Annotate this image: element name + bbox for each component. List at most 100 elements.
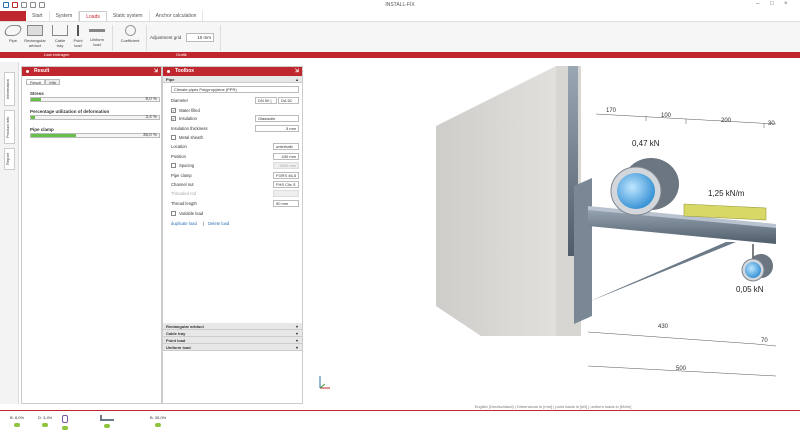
coefficient-label: Coefficient [120, 38, 140, 43]
result-panel-title: Result [34, 68, 50, 74]
tab-info[interactable]: Info [45, 79, 61, 85]
deformation-label: Percentage utilization of deformation [30, 109, 110, 114]
thread-length-label: Thread length [171, 201, 197, 206]
app-window: INSTALL-FIX – □ × Start System Loads Sta… [0, 0, 800, 435]
deformation-bar [30, 115, 160, 120]
uniform-load-button[interactable]: Uniform load [86, 25, 108, 47]
rectangular-duct-button[interactable]: Rectangular artduct [24, 25, 46, 48]
adjustment-grid-input[interactable]: 10 mm [186, 33, 214, 42]
variable-load-checkbox[interactable] [171, 211, 176, 216]
tab-report[interactable]: Report [4, 148, 15, 170]
section-uniform-load[interactable]: Uniform load ▾ [163, 344, 302, 351]
spacing-checkbox[interactable] [171, 163, 176, 168]
group-label-last: Last eintragen [44, 52, 70, 57]
thread-length-select[interactable]: 50 mm [273, 200, 299, 207]
tab-information[interactable]: Information [4, 72, 15, 106]
tab-anchor-calculation[interactable]: Anchor calculation [150, 11, 204, 21]
threaded-rod-select [273, 190, 299, 197]
tab-static-system[interactable]: Static system [107, 11, 150, 21]
pin-icon[interactable]: ⇲ [295, 67, 299, 76]
insulation-select[interactable]: Glaswolle [255, 115, 299, 122]
diameter-select-dn[interactable]: DN 50 | [255, 97, 277, 104]
chevron-down-icon: ▾ [295, 331, 298, 336]
diameter-label: Diameter [171, 98, 188, 103]
position-input[interactable]: 430 mm [273, 153, 299, 160]
ribbon-separator [112, 25, 113, 51]
tab-product-info[interactable]: Product info [4, 110, 15, 144]
panel-dot-icon [26, 70, 29, 73]
pipe-icon [2, 25, 24, 36]
point-load-icon [77, 25, 79, 36]
anchor-figure-icon [62, 415, 68, 423]
coefficient-icon [124, 25, 136, 36]
dim-170: 170 [606, 108, 617, 114]
pipe-button[interactable]: Pipe [2, 25, 24, 43]
app-title: INSTALL-FIX [385, 2, 415, 8]
dim-200: 200 [721, 118, 732, 124]
section-point-load[interactable]: Point load ▾ [163, 337, 302, 344]
dim-line-430 [587, 331, 757, 345]
cable-tray-label: Cable tray [54, 38, 66, 48]
stress-label: Stress [30, 91, 44, 96]
status-ok-icon [155, 423, 162, 427]
chevron-down-icon: ▾ [295, 345, 298, 350]
metal-sheath-checkbox[interactable] [171, 135, 176, 140]
dim-500: 500 [676, 366, 687, 372]
rectangular-duct-label: Rectangular artduct [24, 38, 46, 48]
stress-bar [30, 97, 160, 102]
insulation-thickness-input[interactable]: 5 mm [255, 125, 299, 132]
delete-load-link[interactable]: Delete load [208, 221, 229, 226]
maximize-icon[interactable]: □ [770, 1, 774, 7]
chevron-down-icon: ▾ [295, 324, 298, 329]
status-ok-icon [14, 423, 20, 427]
3d-scene[interactable]: 170 100 200 30 430 70 500 0,47 kN 1,25 k… [306, 66, 800, 404]
3d-view[interactable]: 170 100 200 30 430 70 500 0,47 kN 1,25 k… [306, 66, 800, 404]
spacing-label: Spacing [179, 163, 195, 168]
ribbon-tabs: Start System Loads Static system Anchor … [0, 11, 204, 21]
tab-result[interactable]: Result [26, 79, 46, 85]
deformation-value: 3,4 % [145, 114, 157, 119]
section-pipe[interactable]: Pipe ▴ [163, 76, 302, 83]
file-menu-button[interactable] [0, 11, 26, 21]
ribbon: Pipe Rectangular artduct Cable tray Poin… [0, 21, 800, 55]
toolbox-body: Climate pipes Polypropylene (PPR) Diamet… [163, 83, 302, 333]
diameter-select-da[interactable]: DA 5C [278, 97, 299, 104]
minimize-icon[interactable]: – [756, 1, 759, 7]
summary-bracket[interactable] [100, 415, 114, 428]
section-rectangular-duct[interactable]: Rectangular artduct ▾ [163, 323, 302, 330]
insulation-thickness-label: Insulation thickness [171, 126, 208, 131]
point-load-label: Point load [73, 38, 83, 48]
toolbox-panel-title: Toolbox [175, 68, 195, 74]
summary-pipe-clamp[interactable]: B: 35,0% [150, 415, 166, 427]
tab-system[interactable]: System [50, 11, 80, 21]
summary-pipe-clamp-label: B: 35,0% [150, 415, 167, 420]
channel-nut-select[interactable]: FHS Clic S [273, 181, 299, 188]
tab-loads[interactable]: Loads [79, 11, 107, 21]
result-stress: Stress 8,0 % [30, 91, 160, 103]
uniform-load-label: Uniform load [89, 37, 104, 47]
summary-deformation[interactable]: D: 3,4% [38, 415, 52, 427]
location-select[interactable]: unterhalb [273, 143, 299, 150]
status-ok-icon [42, 423, 49, 427]
toolbox-panel-header: Toolbox ⇲ [163, 67, 302, 76]
dim-430: 430 [658, 324, 669, 330]
material-select[interactable]: Climate pipes Polypropylene (PPR) [171, 86, 299, 93]
water-filled-checkbox[interactable]: ✓ [171, 108, 176, 113]
cable-tray-icon [52, 25, 68, 36]
dim-30: 30 [768, 121, 775, 127]
dim-line-70 [755, 343, 777, 347]
summary-stress[interactable]: B: 8,0% [10, 415, 24, 427]
pipe-clamp-select[interactable]: FGRS 46-5 [273, 172, 299, 179]
coefficient-button[interactable]: Coefficient [116, 25, 144, 43]
duplicate-load-link[interactable]: duplicate load [171, 221, 197, 226]
pipe-end [617, 173, 655, 209]
summary-anchor[interactable] [62, 415, 68, 430]
section-cable-tray[interactable]: Cable tray ▾ [163, 330, 302, 337]
close-icon[interactable]: × [784, 1, 788, 7]
rectangular-duct-icon [27, 25, 43, 36]
insulation-checkbox[interactable]: ✓ [171, 116, 176, 121]
tab-start[interactable]: Start [26, 11, 50, 21]
section-point-load-label: Point load [166, 338, 186, 343]
channel-nut-label: Channel nut [171, 182, 194, 187]
pin-icon[interactable]: ⇲ [154, 67, 158, 76]
